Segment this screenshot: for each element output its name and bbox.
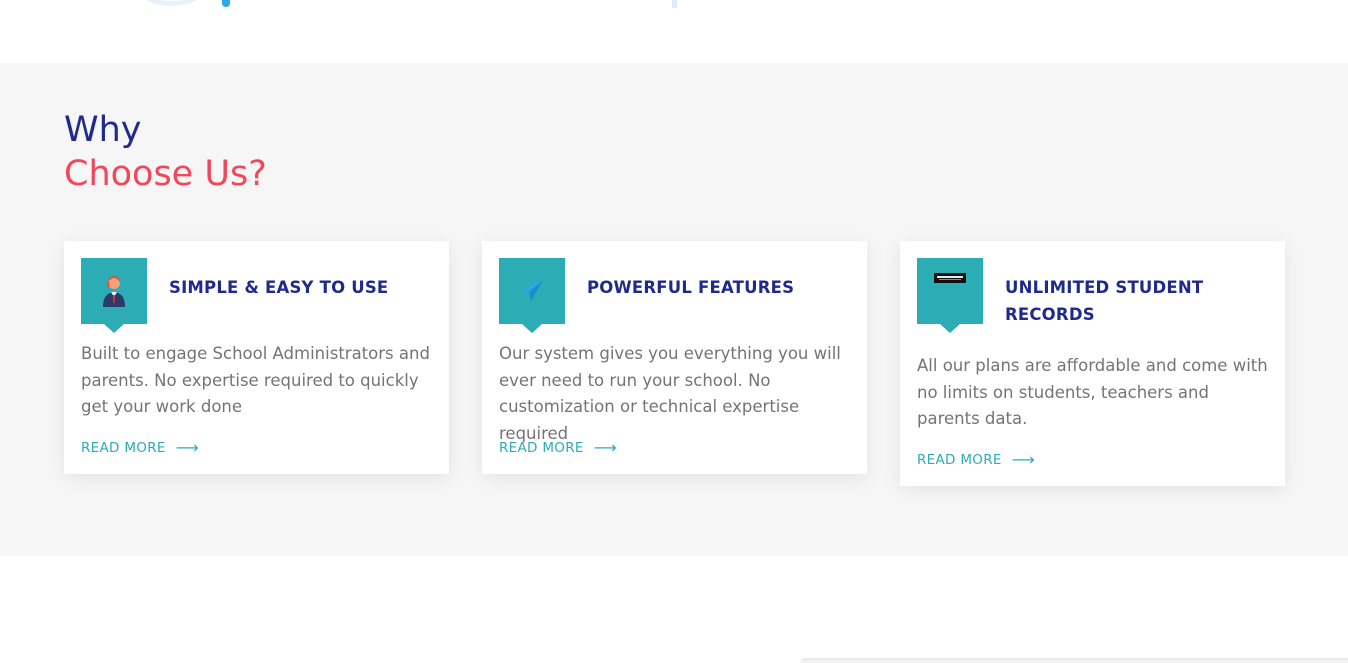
heading-line-choose-us: Choose Us? [64, 154, 267, 194]
top-strip [0, 0, 1348, 63]
arrow-right-icon: ⟶ [175, 438, 199, 457]
card-title: SIMPLE & EASY TO USE [169, 278, 389, 297]
feature-card-simple: SIMPLE & EASY TO USE Built to engage Sch… [64, 241, 449, 474]
read-more-label: READ MORE [917, 451, 1002, 468]
feature-card-powerful: POWERFUL FEATURES Our system gives you e… [482, 241, 867, 474]
card-description: Our system gives you everything you will… [499, 344, 841, 443]
arrow-right-icon: ⟶ [1011, 450, 1035, 469]
card-description: Built to engage School Administrators an… [81, 344, 430, 416]
decorative-dot [222, 0, 230, 7]
read-more-link[interactable]: READ MORE ⟶ [917, 450, 1035, 469]
card-description: All our plans are affordable and come wi… [917, 356, 1268, 428]
section-heading: Why Choose Us? [64, 108, 267, 196]
bottom-panel-edge [800, 658, 1348, 663]
read-more-link[interactable]: READ MORE ⟶ [81, 438, 199, 457]
read-more-label: READ MORE [499, 439, 584, 456]
read-more-label: READ MORE [81, 439, 166, 456]
decorative-bar [672, 0, 677, 8]
card-title: POWERFUL FEATURES [587, 278, 795, 297]
read-more-link[interactable]: READ MORE ⟶ [499, 438, 617, 457]
support-agent-icon [81, 258, 147, 333]
why-choose-us-section: Why Choose Us? SIMPLE & EASY TO USE Buil… [0, 63, 1348, 556]
decorative-arc [140, 0, 202, 6]
card-title: UNLIMITED STUDENT RECORDS [1005, 278, 1204, 324]
feature-card-unlimited: UNLIMITED STUDENT RECORDS All our plans … [900, 241, 1285, 486]
paper-plane-icon [499, 258, 565, 333]
arrow-right-icon: ⟶ [593, 438, 617, 457]
records-icon [917, 258, 983, 333]
heading-line-why: Why [64, 110, 142, 150]
